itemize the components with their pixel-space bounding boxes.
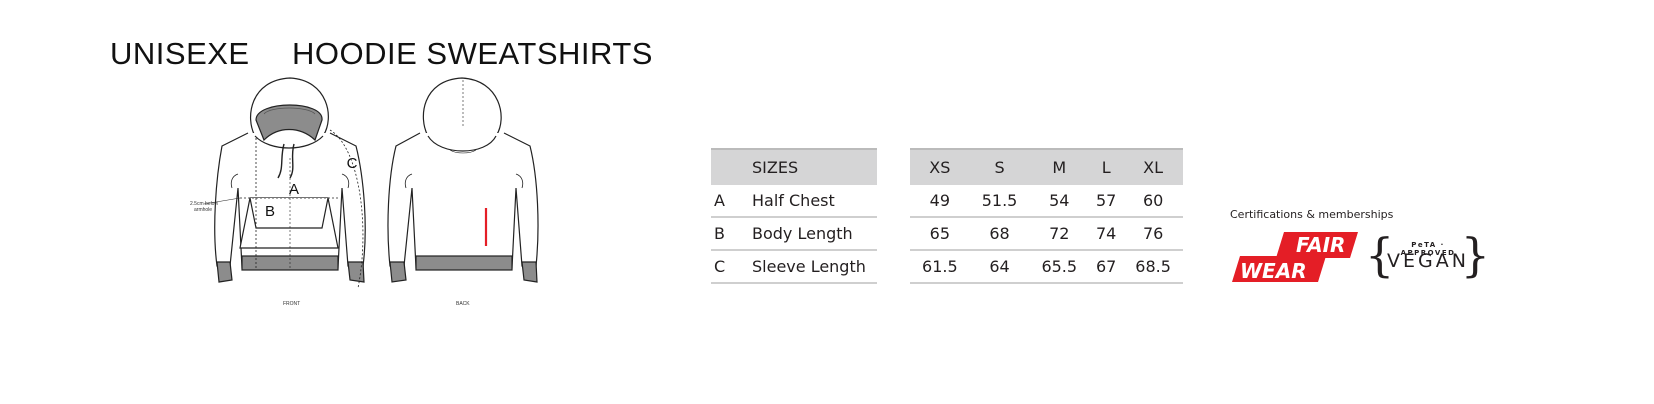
- table-cell: 61.5: [910, 250, 970, 284]
- hoodie-back-illustration: [387, 77, 539, 283]
- table-row: C Sleeve Length: [711, 250, 877, 284]
- header-spacer-cell: [711, 148, 752, 185]
- row-measurement-name: Body Length: [752, 217, 877, 251]
- table-row: 65 68 72 74 76: [910, 217, 1183, 251]
- table-cell: 67: [1089, 250, 1124, 284]
- size-header-xl: XL: [1123, 148, 1183, 185]
- size-header-l: L: [1089, 148, 1124, 185]
- product-name-title: HOODIE SWEATSHIRTS: [292, 36, 653, 71]
- table-cell: 68.5: [1123, 250, 1183, 284]
- armhole-note-line2: armhole: [194, 207, 212, 213]
- table-cell: 54: [1029, 185, 1090, 218]
- table-row: A Half Chest: [711, 185, 877, 218]
- measurement-label-a: A: [289, 181, 299, 198]
- measurement-label-b: B: [265, 203, 275, 220]
- vegan-text: VEGAN: [1387, 250, 1469, 272]
- table-cell: 76: [1123, 217, 1183, 251]
- back-caption: BACK: [456, 301, 470, 307]
- size-header-xs: XS: [910, 148, 970, 185]
- row-letter: C: [711, 250, 752, 284]
- row-letter: A: [711, 185, 752, 218]
- peta-vegan-logo: { PeTA · APPROVED VEGAN }: [1365, 232, 1490, 282]
- table-cell: 65.5: [1029, 250, 1090, 284]
- sizes-header-label: SIZES: [752, 148, 877, 185]
- labels-header-row: SIZES: [711, 148, 877, 185]
- fair-wear-top-text: FAIR: [1296, 233, 1345, 257]
- size-header-s: S: [969, 148, 1030, 185]
- table-cell: 68: [969, 217, 1030, 251]
- table-row: 49 51.5 54 57 60: [910, 185, 1183, 218]
- table-cell: 64: [969, 250, 1030, 284]
- table-cell: 74: [1089, 217, 1124, 251]
- product-gender-title: UNISEXE: [110, 36, 250, 71]
- fair-wear-logo: FAIR WEAR: [1232, 232, 1358, 283]
- table-cell: 60: [1123, 185, 1183, 218]
- table-cell: 49: [910, 185, 970, 218]
- right-brace-icon: }: [1460, 228, 1490, 282]
- front-caption: FRONT: [283, 301, 300, 307]
- fair-wear-bottom-text: WEAR: [1240, 259, 1307, 283]
- table-cell: 65: [910, 217, 970, 251]
- table-row: B Body Length: [711, 217, 877, 251]
- table-cell: 51.5: [969, 185, 1030, 218]
- hoodie-front-illustration: [203, 77, 366, 289]
- measurement-labels-table: SIZES A Half Chest B Body Length C Sleev…: [711, 148, 877, 284]
- table-cell: 72: [1029, 217, 1090, 251]
- hoodie-technical-drawing: A B C 2.5cm below armhole FRONT BACK: [190, 77, 539, 307]
- sizes-header-row: XS S M L XL: [910, 148, 1183, 185]
- table-cell: 57: [1089, 185, 1124, 218]
- measurement-label-c: C: [347, 155, 358, 172]
- row-measurement-name: Half Chest: [752, 185, 877, 218]
- table-row: 61.5 64 65.5 67 68.5: [910, 250, 1183, 284]
- row-letter: B: [711, 217, 752, 251]
- size-values-table: XS S M L XL 49 51.5 54 57 60 65 68 72 74…: [910, 148, 1183, 284]
- row-measurement-name: Sleeve Length: [752, 250, 877, 284]
- certifications-heading: Certifications & memberships: [1230, 208, 1394, 221]
- size-header-m: M: [1029, 148, 1090, 185]
